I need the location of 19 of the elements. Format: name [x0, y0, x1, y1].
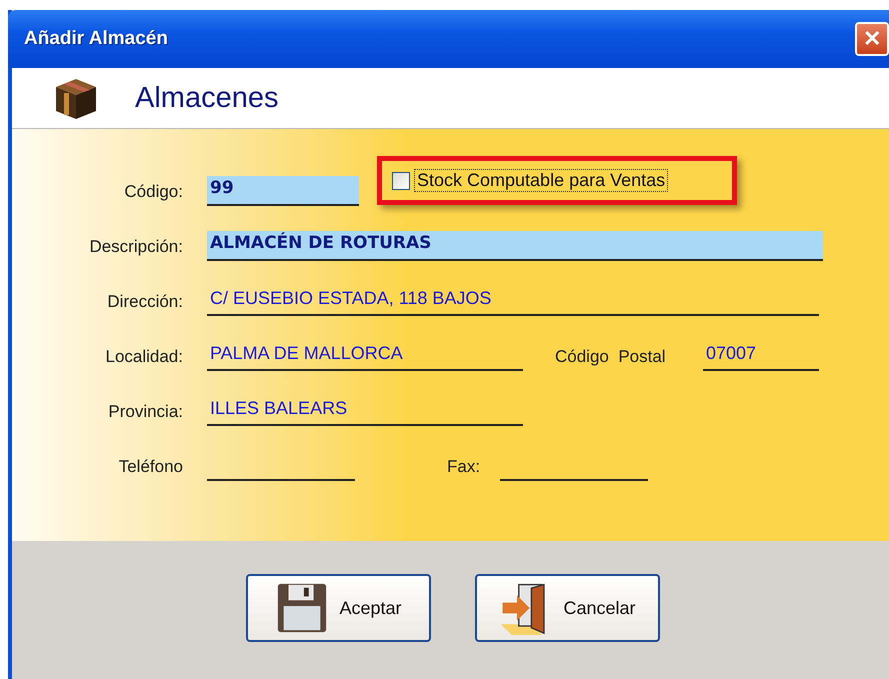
- input-field[interactable]: PALMA DE MALLORCA: [207, 341, 523, 371]
- section-title: Almacenes: [135, 82, 278, 114]
- field-label: Teléfono: [118, 457, 183, 478]
- window-title: Añadir Almacén: [24, 28, 168, 50]
- field-label: Descripción:: [88, 237, 183, 258]
- cancel-button[interactable]: Cancelar: [475, 574, 660, 642]
- accept-button[interactable]: Aceptar: [246, 574, 431, 642]
- input-field[interactable]: C/ EUSEBIO ESTADA, 118 BAJOS: [207, 286, 819, 316]
- field-label: Código:: [123, 182, 183, 203]
- field-label: Localidad:: [104, 347, 183, 368]
- input-field[interactable]: ILLES BALEARS: [207, 396, 523, 426]
- field-label: Fax:: [447, 457, 482, 478]
- close-button[interactable]: ✕: [855, 22, 889, 56]
- input-field[interactable]: ALMACÉN DE ROTURAS: [207, 231, 823, 261]
- field-label: Provincia:: [107, 402, 183, 423]
- field-label: Código Postal: [555, 347, 667, 368]
- input-field[interactable]: 99: [207, 176, 359, 206]
- input-field[interactable]: 07007: [703, 341, 819, 371]
- field-label: Dirección:: [106, 292, 183, 313]
